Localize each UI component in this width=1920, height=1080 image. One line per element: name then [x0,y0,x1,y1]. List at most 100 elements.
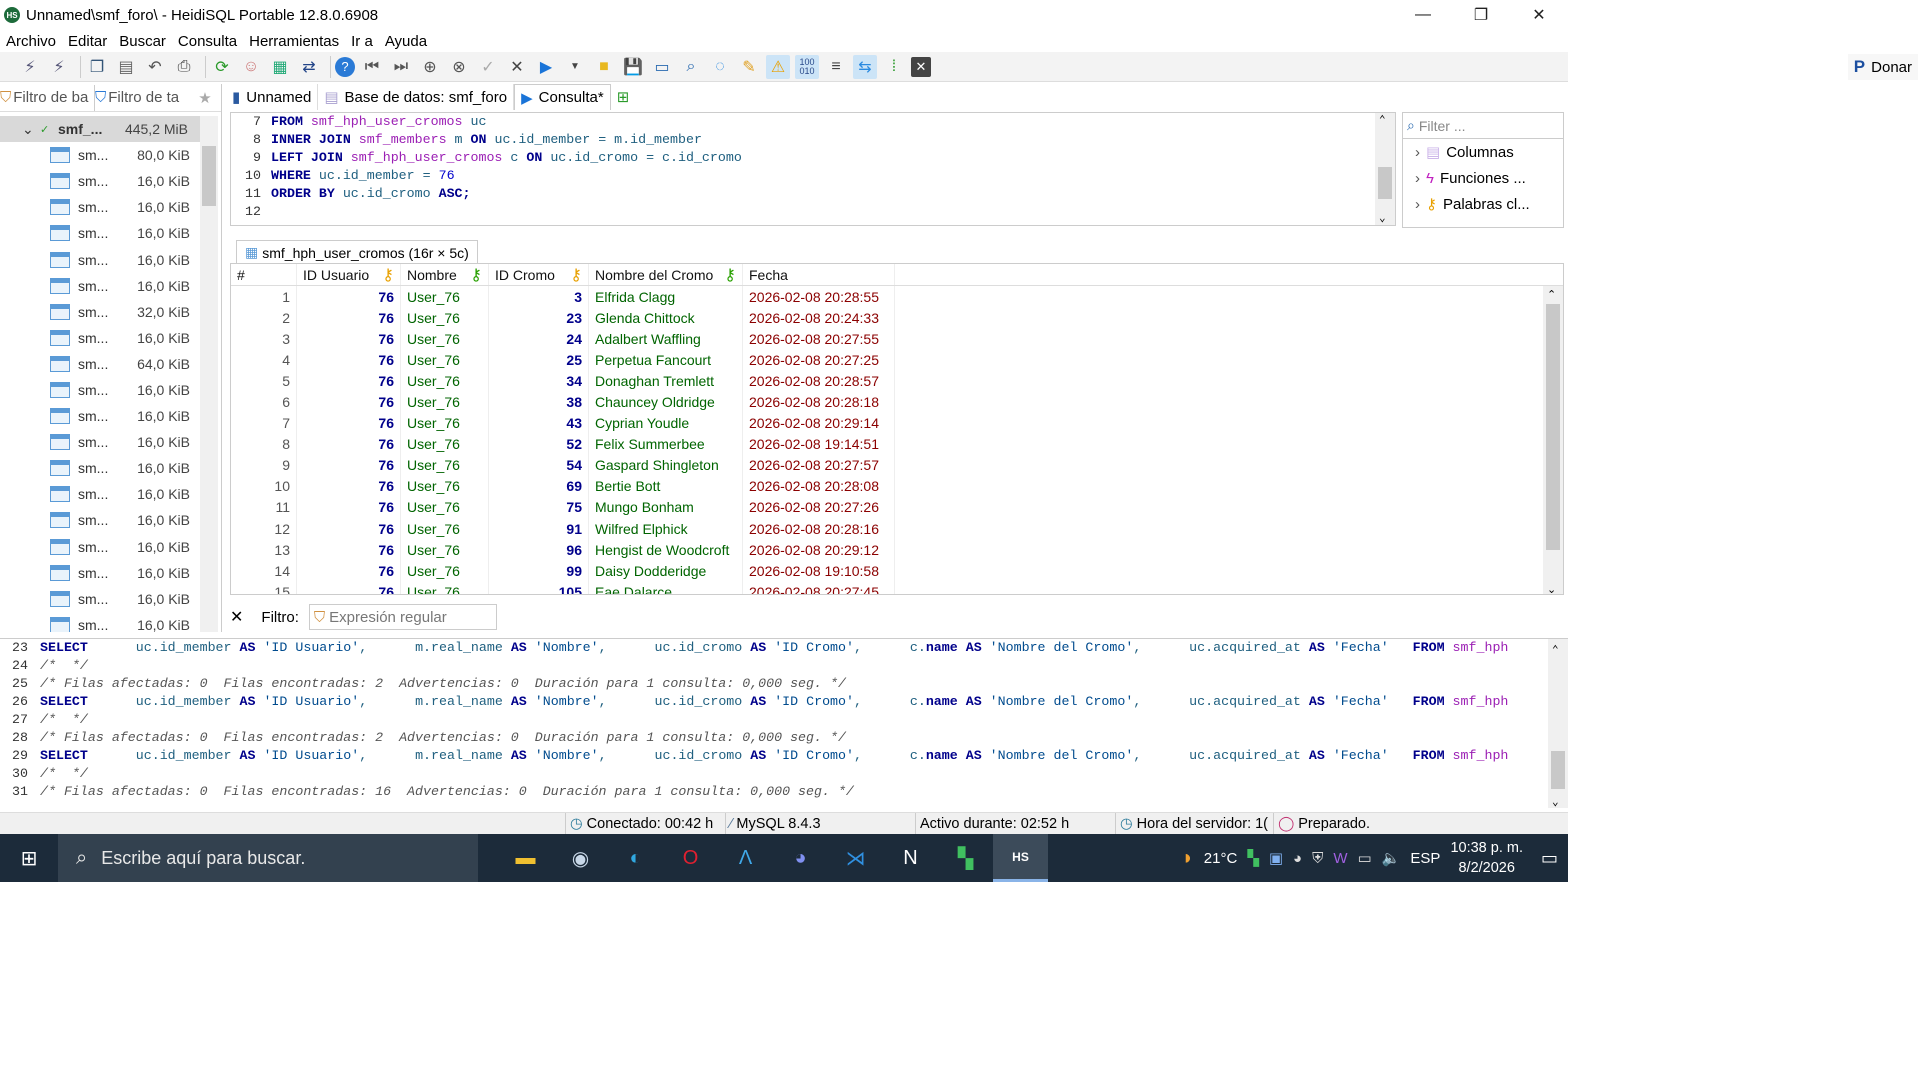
table-row[interactable]: 5 76 User_76 34 Donaghan Tremlett 2026-02-08 … [231,370,1563,392]
table-cell[interactable]: Perpetua Fancourt [589,349,743,371]
winamp-icon[interactable]: W [1333,850,1347,867]
table-row[interactable]: 13 76 User_76 96 Hengist de Woodcroft 2026-02… [231,539,1563,561]
table-cell[interactable]: 12 [231,518,297,540]
clean-icon[interactable]: ✎ [737,55,761,79]
print-icon[interactable]: ⎙ [172,55,196,79]
table-cell[interactable]: 2026-02-08 19:10:58 [743,560,895,582]
find-icon[interactable]: ⌕ [679,55,703,79]
notifications-icon[interactable]: ▭ [1541,848,1558,869]
sheets-icon[interactable]: ▚ [938,834,993,882]
regex-filter-input[interactable]: ⛉ Expresión regular [308,604,497,630]
language-indicator[interactable]: ESP [1410,850,1440,867]
add-icon[interactable]: ⊕ [418,55,442,79]
column-header-id-usuario[interactable]: ID Usuario ⚷ [297,264,401,286]
notion-icon[interactable]: N [883,834,938,882]
tree-table-item[interactable]: sm... 16,0 KiB [0,168,200,194]
menu-archivo[interactable]: Archivo [0,33,62,50]
table-cell[interactable]: 38 [489,391,589,413]
table-cell[interactable]: 8 [231,433,297,455]
table-cell[interactable]: 76 [297,370,401,392]
table-cell[interactable]: Eae Dalarce [589,581,743,594]
grid-scrollbar[interactable]: ⌃ ⌄ [1543,286,1563,594]
volume-icon[interactable]: 🔈 [1382,849,1401,867]
table-cell[interactable]: User_76 [401,454,489,476]
table-cell[interactable]: 24 [489,328,589,350]
table-cell[interactable]: 2026-02-08 20:27:57 [743,454,895,476]
table-cell[interactable]: 91 [489,518,589,540]
close-button[interactable]: ✕ [1510,0,1568,30]
table-cell[interactable]: 76 [297,454,401,476]
table-cell[interactable]: Donaghan Tremlett [589,370,743,392]
editor-scrollbar[interactable]: ⌃ ⌄ [1375,113,1395,225]
tree-table-item[interactable]: sm... 16,0 KiB [0,560,200,586]
table-cell[interactable]: 2026-02-08 20:28:08 [743,475,895,497]
table-cell[interactable]: 76 [297,307,401,329]
table-cell[interactable]: 2026-02-08 20:29:12 [743,539,895,561]
last-icon[interactable]: ⏭ [389,55,413,79]
tree-table-item[interactable]: sm... 16,0 KiB [0,455,200,481]
arduino-ide-icon[interactable]: Λ [718,834,773,882]
save-icon[interactable]: 💾 [621,55,645,79]
table-cell[interactable]: 76 [297,518,401,540]
table-row[interactable]: 14 76 User_76 99 Daisy Dodderidge 2026-02-08 … [231,560,1563,582]
tree-table-item[interactable]: sm... 80,0 KiB [0,142,200,168]
table-cell[interactable]: Daisy Dodderidge [589,560,743,582]
table-cell[interactable]: 76 [297,496,401,519]
discord-icon[interactable]: ◕ [773,834,828,882]
windows-start-button[interactable]: ⊞ [0,834,58,882]
table-cell[interactable]: Chauncey Oldridge [589,391,743,413]
helpers-filter-input[interactable]: ⌕ Filter ... [1403,113,1563,139]
tray-app-icon[interactable]: ▣ [1269,849,1283,867]
database-filter-input[interactable]: ⛉ Filtro de ba [0,85,94,111]
table-cell[interactable]: 76 [297,560,401,582]
refresh-icon[interactable]: ⟳ [210,55,234,79]
tree-table-item[interactable]: sm... 16,0 KiB [0,246,200,272]
menu-ayuda[interactable]: Ayuda [379,33,433,50]
tree-table-item[interactable]: sm... 32,0 KiB [0,299,200,325]
connect-icon[interactable]: ⚡ [18,55,42,79]
edge-icon[interactable]: ◐ [608,834,663,882]
tree-table-item[interactable]: sm... 16,0 KiB [0,403,200,429]
table-cell[interactable]: 2026-02-08 20:27:26 [743,496,895,519]
log-scrollbar[interactable]: ⌃ ⌄ [1548,639,1568,808]
table-cell[interactable]: 76 [297,349,401,371]
table-cell[interactable]: 15 [231,581,297,594]
table-cell[interactable]: 5 [231,370,297,392]
table-cell[interactable]: 105 [489,581,589,594]
menu-consulta[interactable]: Consulta [172,33,243,50]
table-cell[interactable]: Cyprian Youdle [589,412,743,434]
table-cell[interactable]: 7 [231,412,297,434]
menu-buscar[interactable]: Buscar [113,33,172,50]
table-row[interactable]: 10 76 User_76 69 Bertie Bott 2026-02-08 20:28… [231,475,1563,497]
table-cell[interactable]: 76 [297,581,401,594]
export-icon[interactable]: ▦ [268,55,292,79]
table-cell[interactable]: Wilfred Elphick [589,518,743,540]
donate-button[interactable]: P Donar [1847,54,1918,80]
help-icon[interactable]: ? [335,56,355,77]
table-row[interactable]: 8 76 User_76 52 Felix Summerbee 2026-02-08 19… [231,433,1563,455]
table-row[interactable]: 1 76 User_76 3 Elfrida Clagg 2026-02-08 20:28… [231,286,1563,308]
table-cell[interactable]: 76 [297,539,401,561]
chevron-down-icon[interactable]: ⌄ [22,121,40,138]
menu-ir-a[interactable]: Ir a [345,33,379,50]
table-cell[interactable]: User_76 [401,391,489,413]
helper-keywords[interactable]: › ⚷ Palabras cl... [1403,191,1563,217]
favorites-star-icon[interactable]: ★ [192,85,218,111]
tree-table-item[interactable]: sm... 16,0 KiB [0,273,200,299]
vscode-icon[interactable]: ⋊ [828,834,883,882]
close-tab-icon[interactable]: ✕ [911,56,931,77]
restore-button[interactable]: ❐ [1452,0,1510,30]
warn-icon[interactable]: ⚠ [766,54,790,79]
apply-icon[interactable]: ✓ [476,55,500,79]
table-cell[interactable]: 4 [231,349,297,371]
helper-columns[interactable]: › ▤ Columnas [1403,139,1563,165]
first-icon[interactable]: ⏮ [360,55,384,79]
tree-table-item[interactable]: sm... 16,0 KiB [0,612,200,632]
table-cell[interactable]: 76 [297,391,401,413]
paste-icon[interactable]: ▤ [114,55,138,79]
table-row[interactable]: 2 76 User_76 23 Glenda Chittock 2026-02-08 20… [231,307,1563,329]
table-row[interactable]: 9 76 User_76 54 Gaspard Shingleton 2026-02-08… [231,454,1563,476]
table-cell[interactable]: 76 [297,475,401,497]
column-header-number[interactable]: # [231,264,297,286]
table-filter-input[interactable]: ⛉ Filtro de ta [94,84,192,111]
